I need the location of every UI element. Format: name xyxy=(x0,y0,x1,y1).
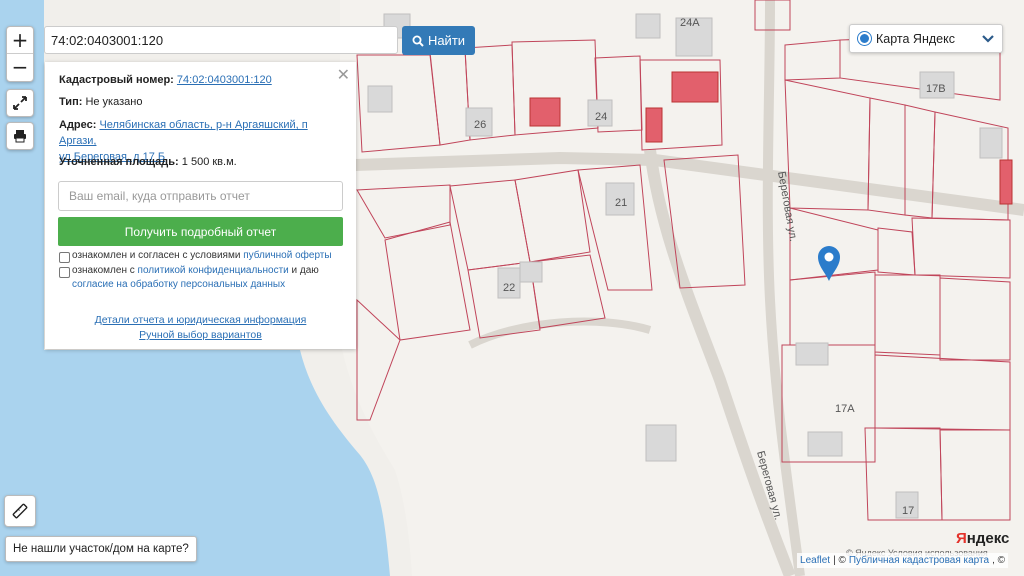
address-link-line1[interactable]: Челябинская область, р-н Аргаяшский, п А… xyxy=(59,119,308,147)
zoom-out-button[interactable]: − xyxy=(7,54,33,80)
privacy-consent-checkbox[interactable] xyxy=(59,267,70,278)
privacy-policy-link[interactable]: политикой конфиденциальности xyxy=(138,265,289,276)
privacy-consent-label-a: ознакомлен с xyxy=(72,265,135,276)
map-layer-select[interactable]: Карта Яндекс xyxy=(849,24,1003,53)
yandex-logo-first: Я xyxy=(956,530,967,547)
public-offer-link[interactable]: публичной оферты xyxy=(243,250,331,261)
house-number: 26 xyxy=(474,119,486,131)
yandex-logo-rest: ндекс xyxy=(966,530,1010,547)
map-layer-value: Карта Яндекс xyxy=(876,31,955,46)
zoom-in-button[interactable]: + xyxy=(7,27,33,54)
search-icon xyxy=(412,35,424,47)
house-number: 21 xyxy=(615,197,627,209)
attribution-trail: , © xyxy=(992,555,1005,566)
address-label: Адрес: xyxy=(59,119,97,131)
parcel-info-panel: ✕ Кадастровый номер: 74:02:0403001:120 Т… xyxy=(45,62,356,349)
printer-icon xyxy=(7,123,33,149)
ruler-icon xyxy=(12,503,28,519)
measure-button[interactable] xyxy=(4,495,36,527)
cadastral-search-input[interactable]: 74:02:0403001:120 xyxy=(44,26,398,54)
not-found-button[interactable]: Не нашли участок/дом на карте? xyxy=(5,536,197,562)
manual-choice-link[interactable]: Ручной выбор вариантов xyxy=(45,329,356,341)
house-number: 17А xyxy=(835,403,855,415)
house-number: 22 xyxy=(503,282,515,294)
expand-icon xyxy=(7,90,33,116)
type-label: Тип: xyxy=(59,96,83,108)
area-value: 1 500 кв.м. xyxy=(181,156,237,168)
house-number: 24 xyxy=(595,111,607,123)
house-number: 17В xyxy=(926,83,946,95)
privacy-consent-label-b: и даю xyxy=(291,265,319,276)
type-value: Не указано xyxy=(85,96,143,108)
personal-data-link[interactable]: согласие на обработку персональных данны… xyxy=(72,279,285,290)
zoom-control: + − xyxy=(6,26,34,82)
report-details-link[interactable]: Детали отчета и юридическая информация xyxy=(45,314,356,326)
find-button[interactable]: Найти xyxy=(402,26,475,55)
yandex-logo: Яндекс xyxy=(956,530,1009,547)
print-button[interactable] xyxy=(6,122,34,150)
leaflet-link[interactable]: Leaflet xyxy=(800,555,830,566)
fullscreen-button[interactable] xyxy=(6,89,34,117)
area-label: Уточненная площадь: xyxy=(59,156,179,168)
privacy-consent-text: ознакомлен с политикой конфиденциальност… xyxy=(72,264,348,292)
house-number: 17 xyxy=(902,505,914,517)
house-number: 24А xyxy=(680,17,700,29)
get-report-button[interactable]: Получить подробный отчет xyxy=(58,217,343,246)
cad-number-label: Кадастровый номер: xyxy=(59,74,174,86)
find-button-label: Найти xyxy=(427,33,466,48)
email-field[interactable]: Ваш email, куда отправить отчет xyxy=(58,181,343,211)
offer-consent-label: ознакомлен и согласен с условиями xyxy=(72,250,241,261)
chevron-down-icon xyxy=(982,34,994,43)
radio-icon xyxy=(858,32,871,45)
offer-consent-checkbox[interactable] xyxy=(59,252,70,263)
cad-number-link[interactable]: 74:02:0403001:120 xyxy=(177,74,272,86)
cadastral-map-link[interactable]: Публичная кадастровая карта xyxy=(849,555,989,566)
offer-consent-text: ознакомлен и согласен с условиями публич… xyxy=(72,249,348,263)
map-attribution: Leaflet | © Публичная кадастровая карта … xyxy=(797,553,1008,568)
attribution-separator: | © xyxy=(833,555,846,566)
